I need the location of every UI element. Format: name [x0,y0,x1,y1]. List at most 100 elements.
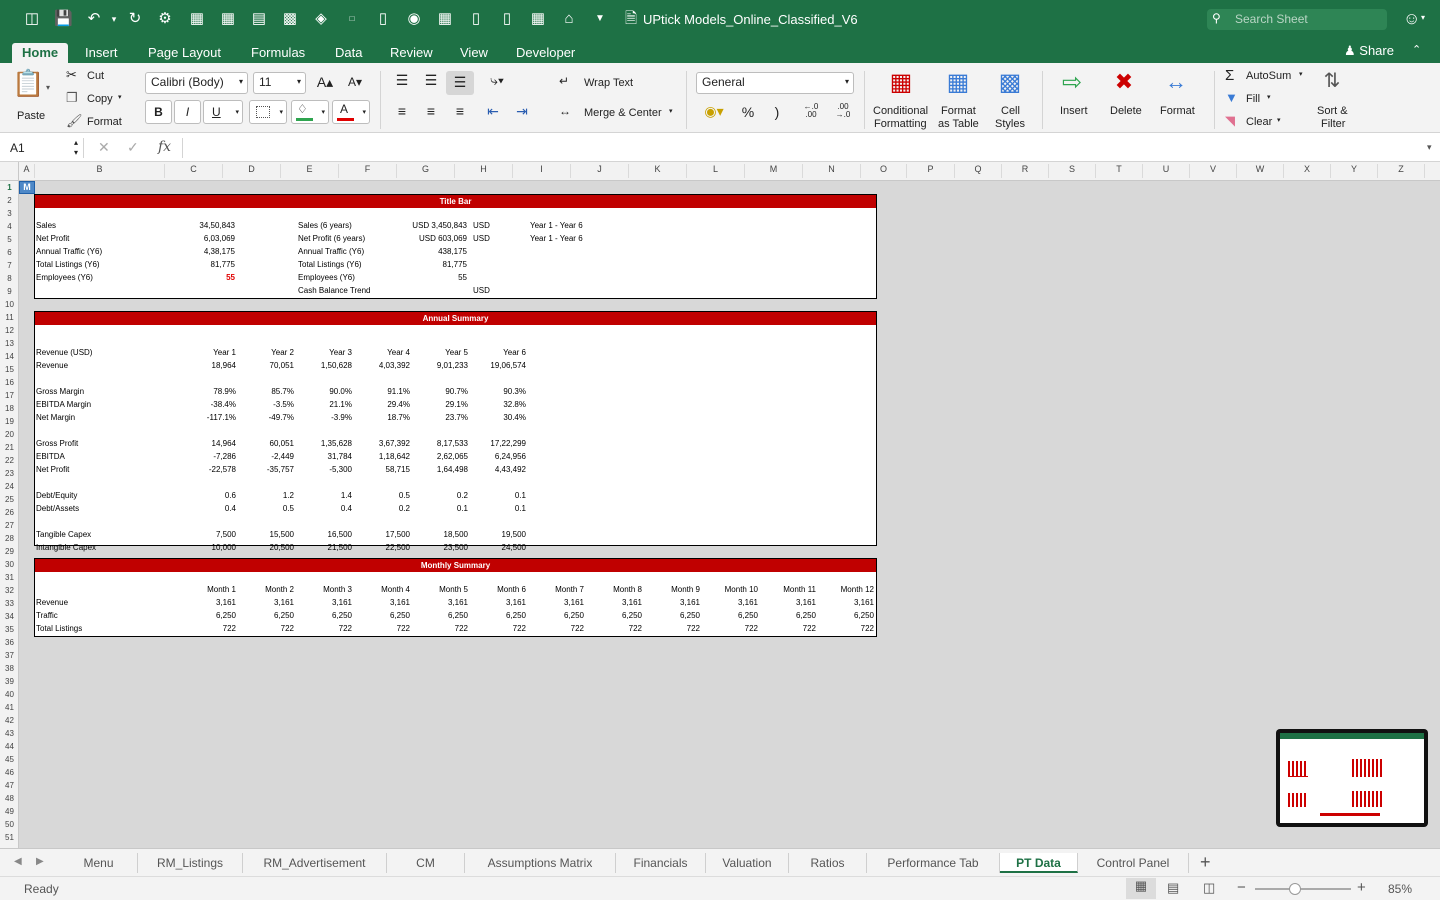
wrap-text-button[interactable]: ↵ Wrap Text [559,75,649,91]
sort-filter-button[interactable]: ⇅ Sort & Filter [1312,71,1356,133]
page-layout-view-icon[interactable]: ▤ [1167,880,1179,896]
column-header-x[interactable]: X [1284,164,1331,178]
row-header[interactable]: 13 [0,337,18,350]
conditional-formatting-button[interactable]: ▦ Conditional Formatting [871,71,931,133]
row-header[interactable]: 48 [0,792,18,805]
column-header-s[interactable]: S [1049,164,1096,178]
align-right-icon[interactable]: ≡ [449,104,471,118]
row-header[interactable]: 5 [0,233,18,246]
sheet-tab-pt-data[interactable]: PT Data [1000,853,1078,873]
row-header[interactable]: 44 [0,740,18,753]
cancel-icon[interactable]: ✕ [98,139,110,156]
row-header[interactable]: 3 [0,207,18,220]
row-header[interactable]: 24 [0,480,18,493]
format-as-table-button[interactable]: ▦ Format as Table [936,71,986,133]
tab-home[interactable]: Home [12,43,69,63]
font-size-select[interactable]: 11 ▾ [253,72,306,94]
formula-input[interactable] [182,138,1412,158]
align-center-icon[interactable]: ≡ [420,104,442,118]
sheet-tab-ratios[interactable]: Ratios [789,853,867,873]
column-header-g[interactable]: G [397,164,455,178]
column-header-m[interactable]: M [745,164,803,178]
decrease-font-icon[interactable]: A▾ [343,76,367,88]
selected-cell-a1[interactable]: M [19,181,35,194]
sheet-tab-financials[interactable]: Financials [616,853,706,873]
zoom-slider-thumb[interactable] [1289,883,1301,895]
row-header[interactable]: 10 [0,298,18,311]
tab-insert[interactable]: Insert [75,43,128,63]
autosum-button[interactable]: Σ AutoSum ▾ [1225,68,1309,86]
decrease-indent-icon[interactable]: ⇤ [482,104,504,118]
column-header-z[interactable]: Z [1378,164,1425,178]
sheet-tab-control-panel[interactable]: Control Panel [1078,853,1189,873]
column-header-n[interactable]: N [803,164,861,178]
row-header[interactable]: 28 [0,532,18,545]
macro-icon[interactable]: ⚙ [156,10,174,28]
column-header-a[interactable]: A [19,164,35,178]
number-format-select[interactable]: General ▾ [696,72,854,94]
row-header[interactable]: 40 [0,688,18,701]
sheet-tab-cm[interactable]: CM [387,853,465,873]
paste-button[interactable]: 📋 ▾ Paste [10,68,52,124]
sheet-tab-valuation[interactable]: Valuation [706,853,789,873]
add-sheet-icon[interactable]: + [1200,852,1211,873]
row-header[interactable]: 14 [0,350,18,363]
column-header-f[interactable]: F [339,164,397,178]
orientation-icon[interactable]: ⤷▾ [481,73,513,87]
row-header[interactable]: 21 [0,441,18,454]
align-top-icon[interactable]: ☰ [391,73,413,87]
row-header[interactable]: 42 [0,714,18,727]
zoom-in-icon[interactable]: + [1357,879,1366,896]
decrease-decimal-icon[interactable]: .00 →.0 [829,103,857,119]
row-header[interactable]: 49 [0,805,18,818]
percent-icon[interactable]: % [737,105,759,119]
increase-font-icon[interactable]: A▴ [313,75,337,89]
fill-button[interactable]: ▼ Fill ▾ [1225,91,1285,109]
toolbar-icon-2[interactable]: ▦ [219,10,237,28]
increase-indent-icon[interactable]: ⇥ [511,104,533,118]
merge-center-button[interactable]: ↔ Merge & Center ▾ [559,105,684,121]
row-header[interactable]: 33 [0,597,18,610]
column-header-q[interactable]: Q [955,164,1002,178]
column-header-r[interactable]: R [1002,164,1049,178]
increase-decimal-icon[interactable]: ←.0.00 [797,103,825,119]
normal-view-icon[interactable]: ▦ [1126,878,1156,899]
row-header[interactable]: 35 [0,623,18,636]
row-header[interactable]: 15 [0,363,18,376]
column-header-d[interactable]: D [223,164,281,178]
column-header-o[interactable]: O [861,164,907,178]
toolbar-icon-11[interactable]: ▦ [529,10,547,28]
sheet-thumbnail-preview[interactable] [1276,729,1428,827]
scroll-tabs-left-icon[interactable]: ◀ [14,856,22,867]
sidebar-toggle-icon[interactable]: ◫ [23,10,41,28]
insert-cells-button[interactable]: ⇨ Insert [1052,71,1098,127]
column-header-y[interactable]: Y [1331,164,1378,178]
column-header-e[interactable]: E [281,164,339,178]
column-header-v[interactable]: V [1190,164,1237,178]
page-break-view-icon[interactable]: ◫ [1203,880,1215,896]
home-icon[interactable]: ⌂ [560,10,578,28]
row-header[interactable]: 47 [0,779,18,792]
comma-style-icon[interactable]: ) [766,105,788,119]
column-header-u[interactable]: U [1143,164,1190,178]
format-cells-button[interactable]: ↔ Format [1156,71,1202,127]
name-box[interactable]: A1 ▴ ▾ [4,138,84,158]
row-header[interactable]: 2 [0,194,18,207]
row-header[interactable]: 34 [0,610,18,623]
row-header[interactable]: 45 [0,753,18,766]
tab-page-layout[interactable]: Page Layout [138,43,231,63]
share-button[interactable]: ♟ Share [1344,42,1394,60]
toolbar-icon-1[interactable]: ▦ [188,10,206,28]
cell-styles-button[interactable]: ▩ Cell Styles [990,71,1034,133]
row-header[interactable]: 16 [0,376,18,389]
toolbar-icon-6[interactable]: ▯ [374,10,392,28]
row-header[interactable]: 20 [0,428,18,441]
toolbar-icon-7[interactable]: ◉ [405,10,423,28]
row-header[interactable]: 38 [0,662,18,675]
row-header[interactable]: 1 [0,181,18,194]
customize-toolbar-icon[interactable]: ▼ [591,10,609,28]
sheet-grid[interactable]: M Title Bar Sales 34,50,843 Net Profit 6,03… [19,181,1440,848]
fx-label[interactable]: fx [158,139,171,155]
row-header[interactable]: 46 [0,766,18,779]
align-left-icon[interactable]: ≡ [391,104,413,118]
